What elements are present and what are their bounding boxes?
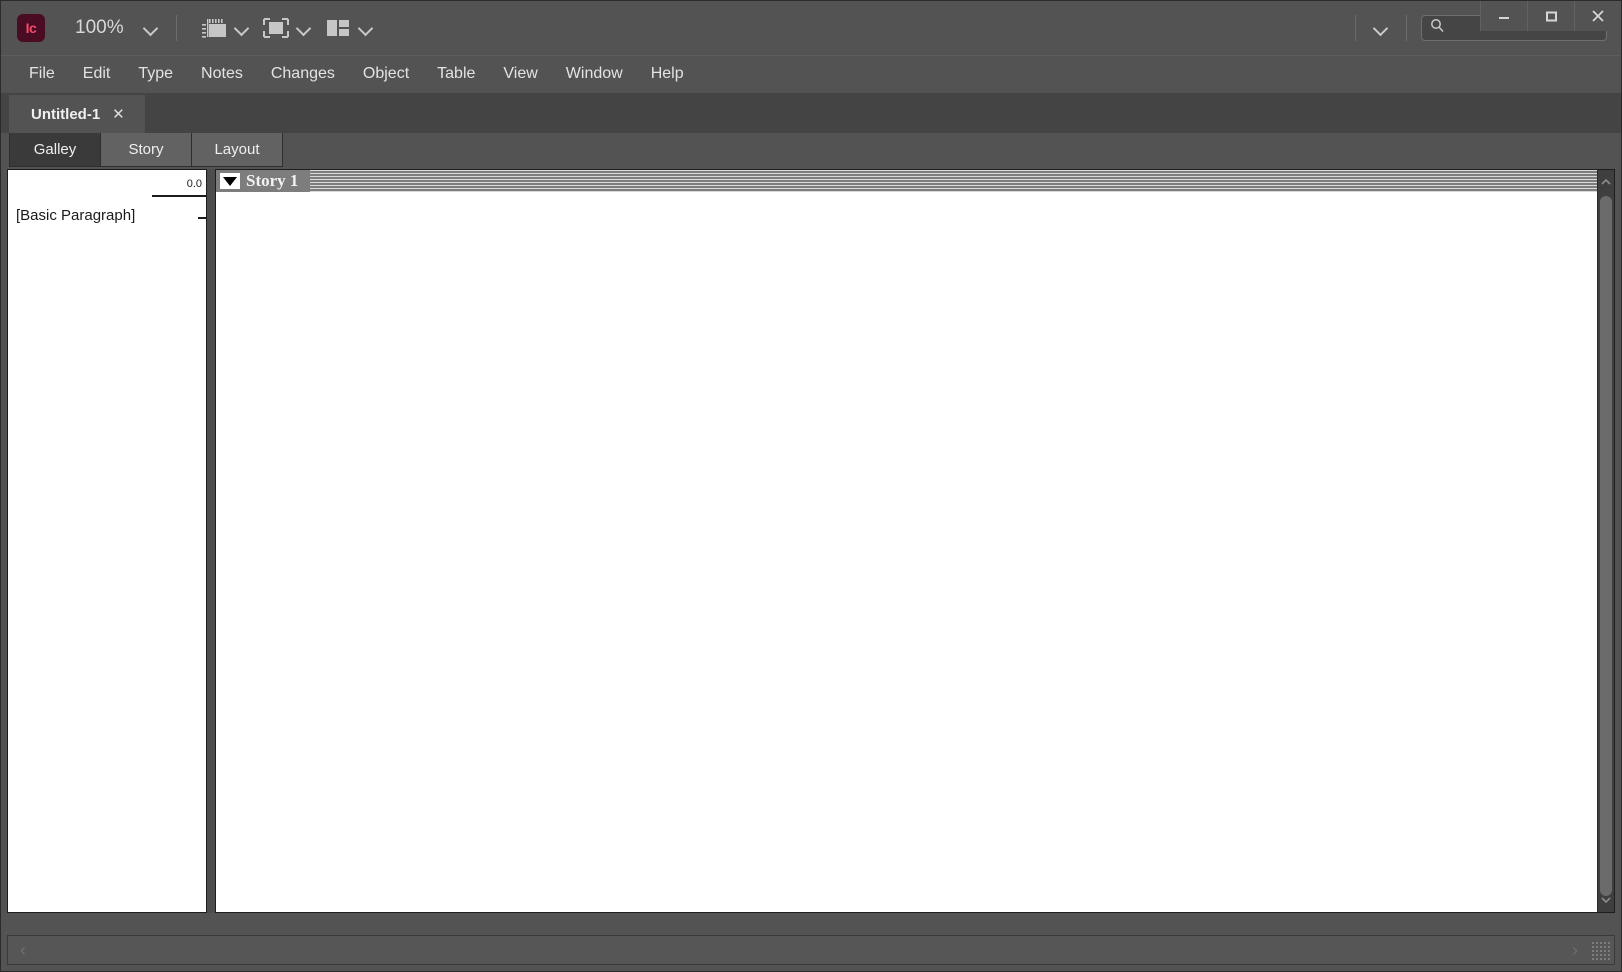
zoom-dropdown-chevron-down-icon[interactable] (140, 17, 162, 39)
appbar-separator-right-1 (1355, 15, 1356, 41)
story-header-stripes (310, 170, 1614, 192)
story-collapse-button[interactable] (220, 173, 240, 189)
workspace-dropdown-chevron-down-icon[interactable] (355, 17, 377, 39)
story-pane: Story 1 (215, 169, 1615, 913)
view-mode-icon[interactable] (259, 14, 293, 42)
application-bar: Ic 100% (1, 1, 1621, 55)
scroll-down-button[interactable] (1598, 888, 1614, 912)
status-next-arrow-icon[interactable]: › (1572, 940, 1578, 961)
menu-item-changes[interactable]: Changes (257, 62, 349, 86)
close-button[interactable] (1574, 1, 1621, 31)
maximize-icon (1546, 11, 1557, 22)
chevron-down-icon (1601, 897, 1611, 904)
minimize-icon (1499, 17, 1509, 19)
appbar-separator-right-2 (1406, 15, 1407, 41)
story-header: Story 1 (216, 170, 1614, 192)
screen-mode-control[interactable] (197, 14, 253, 42)
menu-item-view[interactable]: View (489, 62, 551, 86)
close-icon (1592, 10, 1604, 22)
scrollbar-thumb[interactable] (1600, 196, 1612, 896)
tab-galley[interactable]: Galley (9, 133, 101, 167)
status-bar-right: › (1572, 940, 1614, 961)
tab-layout[interactable]: Layout (191, 133, 283, 167)
search-icon (1430, 18, 1445, 38)
minimize-button[interactable] (1480, 1, 1527, 31)
scroll-up-button[interactable] (1598, 170, 1614, 194)
story-title-block[interactable]: Story 1 (216, 170, 311, 192)
chevron-up-icon (1601, 178, 1611, 185)
tab-story[interactable]: Story (100, 133, 192, 167)
logo-text: Ic (25, 20, 37, 36)
window-controls (1480, 1, 1621, 31)
story-title-label: Story 1 (246, 171, 299, 190)
triangle-down-icon (223, 176, 237, 186)
menu-item-object[interactable]: Object (349, 62, 423, 86)
paragraph-style-marker (198, 217, 206, 219)
toolbar-separator (175, 15, 177, 41)
workspace-layout-icon[interactable] (321, 14, 355, 42)
story-vertical-scrollbar[interactable] (1597, 170, 1614, 912)
document-tab-close-icon[interactable]: ✕ (112, 107, 125, 122)
workspace-control[interactable] (321, 14, 377, 42)
appbar-overflow-chevron-down-icon[interactable] (1370, 17, 1392, 39)
paragraph-style-label[interactable]: [Basic Paragraph] (16, 207, 135, 224)
line-count-value: 0.0 (186, 178, 202, 190)
document-tab-untitled-1[interactable]: Untitled-1 ✕ (9, 95, 145, 133)
menu-item-edit[interactable]: Edit (69, 62, 125, 86)
menu-bar: File Edit Type Notes Changes Object Tabl… (1, 55, 1621, 91)
status-previous-arrow-icon[interactable]: ‹ (20, 940, 26, 961)
menu-item-type[interactable]: Type (124, 62, 187, 86)
maximize-button[interactable] (1527, 1, 1574, 31)
paragraph-styles-pane[interactable]: 0.0 [Basic Paragraph] (7, 169, 207, 913)
story-text-body[interactable] (216, 192, 1598, 912)
view-mode-dropdown-chevron-down-icon[interactable] (293, 17, 315, 39)
document-tab-label: Untitled-1 (31, 105, 101, 123)
view-mode-control[interactable] (259, 14, 315, 42)
menu-item-window[interactable]: Window (552, 62, 637, 86)
incopy-application-window: Ic 100% File Edit Type Notes Changes Obj… (0, 0, 1622, 972)
screen-mode-dropdown-chevron-down-icon[interactable] (231, 17, 253, 39)
incopy-logo-icon: Ic (17, 14, 45, 42)
line-count-divider (152, 195, 206, 197)
resize-grip-icon[interactable] (1590, 940, 1610, 960)
pane-splitter[interactable] (207, 169, 215, 913)
document-tab-bar: Untitled-1 ✕ (1, 93, 1621, 133)
screen-mode-icon[interactable] (197, 14, 231, 42)
menu-item-file[interactable]: File (15, 62, 69, 86)
status-bar: ‹ › (7, 935, 1615, 965)
editor-area: 0.0 [Basic Paragraph] Story 1 (7, 169, 1615, 913)
menu-item-notes[interactable]: Notes (187, 62, 257, 86)
zoom-level-value: 100% (75, 17, 124, 38)
view-mode-tabs: Galley Story Layout (1, 133, 1621, 169)
menu-item-table[interactable]: Table (423, 62, 489, 86)
menu-item-help[interactable]: Help (637, 62, 698, 86)
